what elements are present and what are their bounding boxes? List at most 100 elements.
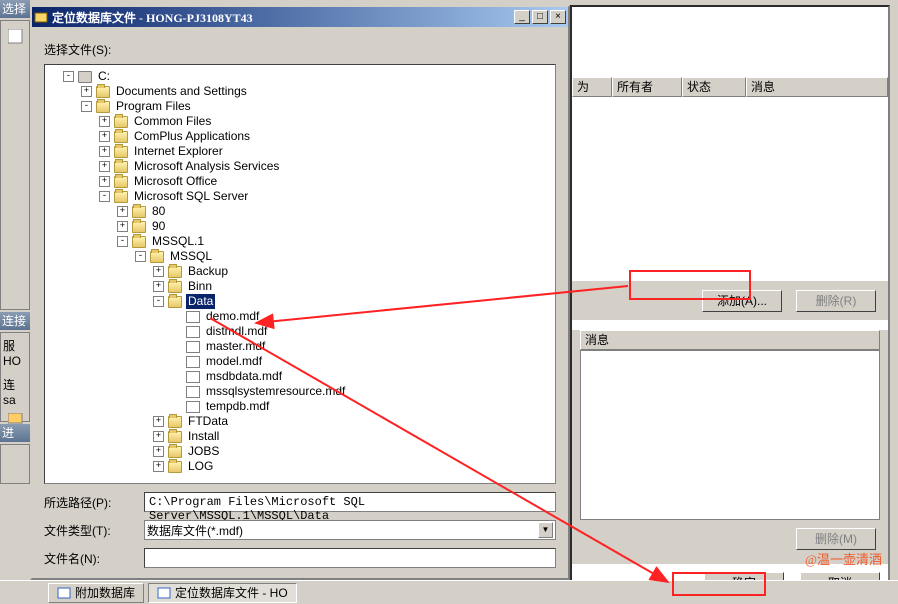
remove-button: 删除(R) <box>796 290 876 312</box>
tree-drive-c[interactable]: C: <box>96 69 112 84</box>
message-header[interactable]: 消息 <box>580 330 880 350</box>
expander[interactable]: + <box>99 131 110 142</box>
chevron-down-icon[interactable]: ▼ <box>538 522 553 538</box>
expander[interactable]: + <box>153 446 164 457</box>
tree-icon <box>8 29 24 45</box>
name-label: 文件名(N): <box>44 550 144 567</box>
path-input[interactable]: C:\Program Files\Microsoft SQL Server\MS… <box>144 492 556 512</box>
folder-icon <box>168 431 182 443</box>
tree-folder[interactable]: ComPlus Applications <box>132 129 252 144</box>
folder-icon <box>114 131 128 143</box>
tree-folder[interactable]: Microsoft Office <box>132 174 219 189</box>
tree-file[interactable]: mssqlsystemresource.mdf <box>204 384 347 399</box>
expander[interactable]: - <box>81 101 92 112</box>
file-icon <box>186 326 200 338</box>
tree-folder[interactable]: MSSQL.1 <box>150 234 206 249</box>
expander[interactable]: + <box>99 116 110 127</box>
bg-header-3: 进 <box>0 424 30 442</box>
folder-icon <box>114 191 128 203</box>
col-status[interactable]: 状态 <box>682 77 746 97</box>
tree-folder[interactable]: Binn <box>186 279 214 294</box>
col-owner[interactable]: 所有者 <box>612 77 682 97</box>
tree-folder[interactable]: Common Files <box>132 114 213 129</box>
tree-file[interactable]: distmdl.mdf <box>204 324 269 339</box>
tree-folder[interactable]: Microsoft SQL Server <box>132 189 250 204</box>
message-body[interactable] <box>580 350 880 520</box>
file-icon <box>186 371 200 383</box>
tree-file-demo[interactable]: demo.mdf <box>204 309 261 324</box>
titlebar[interactable]: 定位数据库文件 - HONG-PJ3108YT43 _ □ × <box>32 7 568 27</box>
file-icon <box>186 401 200 413</box>
type-select[interactable]: 数据库文件(*.mdf) ▼ <box>144 520 556 540</box>
tree-folder[interactable]: Backup <box>186 264 230 279</box>
expander[interactable]: - <box>153 296 164 307</box>
type-value: 数据库文件(*.mdf) <box>147 522 243 539</box>
folder-icon <box>168 446 182 458</box>
tree-file[interactable]: model.mdf <box>204 354 264 369</box>
col-action[interactable]: 为 <box>572 77 612 97</box>
tree-folder[interactable]: Program Files <box>114 99 193 114</box>
expander[interactable]: + <box>117 206 128 217</box>
expander[interactable]: - <box>63 71 74 82</box>
tree-folder[interactable]: Internet Explorer <box>132 144 225 159</box>
locate-db-dialog: 定位数据库文件 - HONG-PJ3108YT43 _ □ × 选择文件(S):… <box>30 5 570 580</box>
expander[interactable]: + <box>99 161 110 172</box>
expander[interactable]: - <box>135 251 146 262</box>
window-icon <box>157 586 171 600</box>
name-input[interactable] <box>144 548 556 568</box>
tree-folder[interactable]: MSSQL <box>168 249 214 264</box>
col-message[interactable]: 消息 <box>746 77 888 97</box>
tree-folder[interactable]: Documents and Settings <box>114 84 249 99</box>
folder-icon <box>96 101 110 113</box>
expander[interactable]: - <box>99 191 110 202</box>
tree-folder[interactable]: Install <box>186 429 221 444</box>
maximize-button[interactable]: □ <box>532 10 548 24</box>
minimize-button[interactable]: _ <box>514 10 530 24</box>
bg-l4: sa <box>3 393 29 407</box>
taskbar-item-attach[interactable]: 附加数据库 <box>48 583 144 603</box>
taskbar-item-locate[interactable]: 定位数据库文件 - HO <box>148 583 297 603</box>
add-button[interactable]: 添加(A)... <box>702 290 782 312</box>
tree-file[interactable]: master.mdf <box>204 339 267 354</box>
select-file-label: 选择文件(S): <box>44 41 556 58</box>
tree-file[interactable]: msdbdata.mdf <box>204 369 284 384</box>
close-button[interactable]: × <box>550 10 566 24</box>
tree-folder[interactable]: JOBS <box>186 444 221 459</box>
type-label: 文件类型(T): <box>44 522 144 539</box>
folder-icon <box>114 161 128 173</box>
file-icon <box>186 386 200 398</box>
window-icon <box>57 586 71 600</box>
tree-file[interactable]: tempdb.mdf <box>204 399 271 414</box>
expander[interactable]: + <box>153 281 164 292</box>
expander[interactable]: - <box>117 236 128 247</box>
expander[interactable]: + <box>81 86 92 97</box>
file-icon <box>186 311 200 323</box>
expander[interactable]: + <box>153 416 164 427</box>
tree-folder[interactable]: FTData <box>186 414 230 429</box>
expander[interactable]: + <box>117 221 128 232</box>
taskbar-label: 附加数据库 <box>75 584 135 601</box>
bg-l2: HO <box>3 354 29 368</box>
expander[interactable]: + <box>99 176 110 187</box>
expander[interactable]: + <box>153 266 164 277</box>
folder-icon <box>168 281 182 293</box>
tree-folder-data[interactable]: Data <box>186 294 215 309</box>
tree-folder[interactable]: 80 <box>150 204 167 219</box>
remove2-button: 删除(M) <box>796 528 876 550</box>
expander[interactable]: + <box>153 431 164 442</box>
folder-icon <box>132 236 146 248</box>
folder-icon <box>150 251 164 263</box>
folder-icon <box>114 176 128 188</box>
tree-folder[interactable]: 90 <box>150 219 167 234</box>
dialog-title: 定位数据库文件 - HONG-PJ3108YT43 <box>52 9 512 26</box>
tree-folder[interactable]: Microsoft Analysis Services <box>132 159 281 174</box>
expander[interactable]: + <box>99 146 110 157</box>
folder-icon <box>114 146 128 158</box>
folder-icon <box>132 221 146 233</box>
expander[interactable]: + <box>153 461 164 472</box>
file-tree[interactable]: - C: + Documents and Settings - Program Fil… <box>44 64 556 484</box>
bg-header-1: 选择 <box>0 0 30 18</box>
taskbar-label: 定位数据库文件 - HO <box>175 584 288 601</box>
tree-folder[interactable]: LOG <box>186 459 215 474</box>
grid-body[interactable] <box>572 97 888 281</box>
